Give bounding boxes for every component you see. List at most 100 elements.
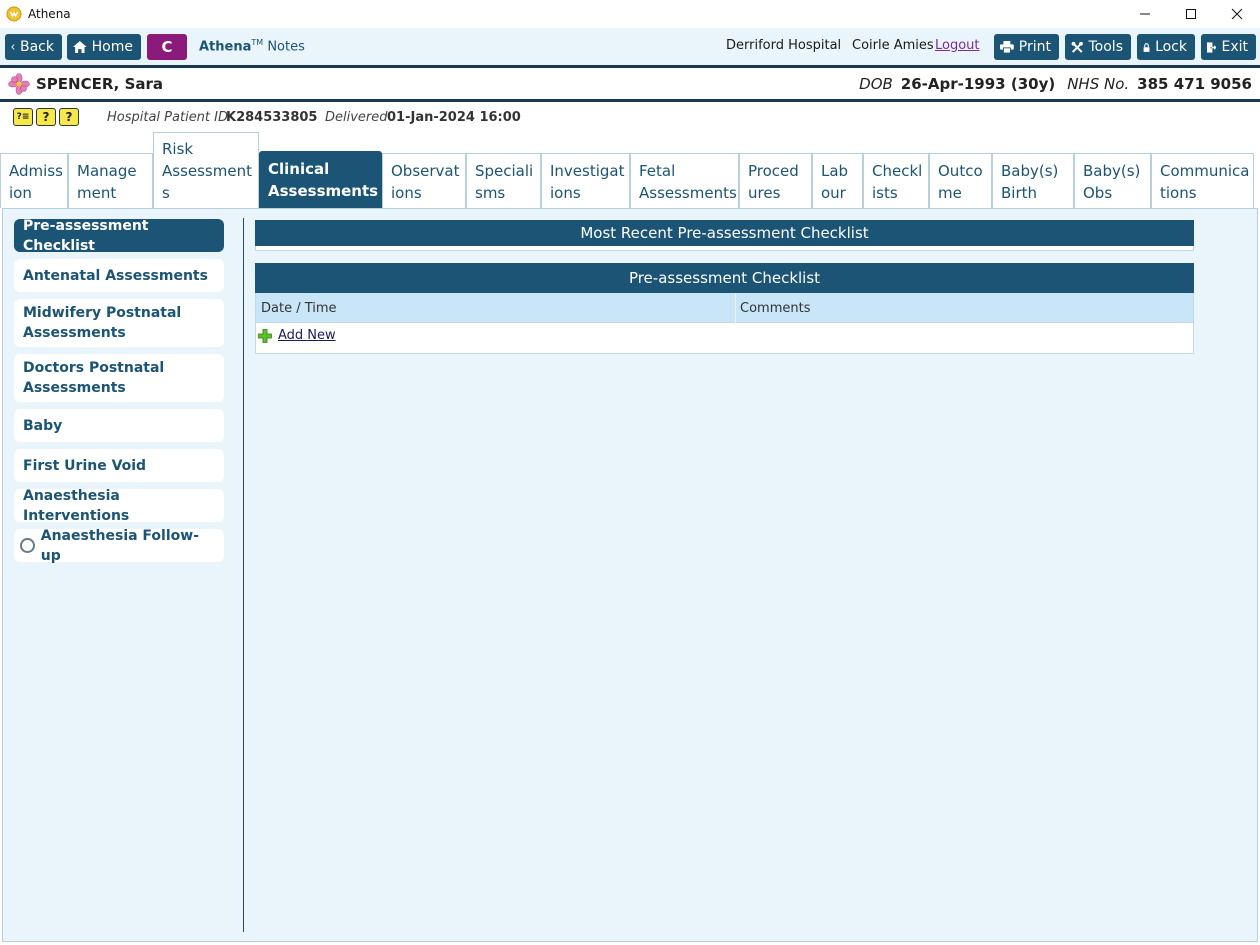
c-button[interactable]: C: [147, 34, 187, 60]
alert-question-icon[interactable]: ?: [36, 108, 56, 126]
back-button[interactable]: Back: [5, 34, 62, 60]
patient-identifiers: DOB 26-Apr-1993 (30y) NHS No. 385 471 90…: [859, 68, 1252, 99]
exit-label: Exit: [1221, 39, 1248, 55]
home-icon: [73, 41, 87, 53]
print-label: Print: [1018, 39, 1051, 55]
alert-2-label: ?: [42, 110, 50, 124]
tab-babys-obs-label: Baby(s) Obs: [1083, 162, 1141, 202]
exit-button[interactable]: Exit: [1201, 34, 1256, 60]
recent-checklist-header: Most Recent Pre-assessment Checklist: [255, 220, 1194, 246]
sidebar-item-baby[interactable]: Baby: [14, 409, 224, 442]
sidebar-item-label: Midwifery Postnatal Assessments: [23, 305, 182, 341]
tab-risk-assessments[interactable]: Risk Assessment s: [153, 132, 259, 208]
tab-observations-label: Observat ions: [391, 162, 460, 202]
tab-investigations-label: Investigat ions: [550, 162, 625, 202]
maximize-icon: [1186, 9, 1196, 19]
tab-procedures-label: Proced ures: [748, 162, 799, 202]
sidebar-item-antenatal-assessments[interactable]: Antenatal Assessments: [14, 259, 224, 292]
checklist-header: Pre-assessment Checklist: [255, 263, 1194, 293]
radio-circle-icon: [20, 538, 35, 553]
tab-fetal-assessments-label: Fetal Assessments: [639, 162, 737, 202]
checklist-title: Pre-assessment Checklist: [628, 269, 821, 287]
tab-communications-label: Communica tions: [1160, 162, 1250, 202]
sidebar-item-pre-assessment-checklist[interactable]: Pre-assessment Checklist: [14, 218, 224, 254]
tab-admission-label: Admiss ion: [9, 162, 63, 202]
add-plus-icon[interactable]: [258, 328, 272, 343]
brand-title: AthenaTM Notes: [199, 38, 305, 54]
alert-1-label: ?≡: [16, 112, 30, 122]
title-bar: Athena: [0, 0, 1260, 28]
sidebar-item-anaesthesia-interventions[interactable]: Anaesthesia Interventions: [14, 488, 224, 524]
alert-question-icon[interactable]: ?: [59, 108, 79, 126]
delivered-value: 01-Jan-2024 16:00: [387, 110, 521, 125]
tab-fetal-assessments[interactable]: Fetal Assessments: [630, 153, 739, 208]
sidebar-item-label: Antenatal Assessments: [23, 267, 208, 284]
tab-investigations[interactable]: Investigat ions: [541, 153, 630, 208]
c-label: C: [161, 38, 173, 56]
tools-button[interactable]: Tools: [1065, 34, 1131, 60]
tab-admission[interactable]: Admiss ion: [0, 153, 68, 208]
brand-tm: TM: [251, 38, 264, 47]
dob-value: 26-Apr-1993 (30y): [900, 74, 1056, 93]
lock-label: Lock: [1155, 39, 1187, 55]
nhs-label: NHS No.: [1067, 74, 1130, 93]
tab-observations[interactable]: Observat ions: [382, 153, 466, 208]
print-button[interactable]: Print: [994, 34, 1059, 60]
patient-name: SPENCER, Sara: [36, 74, 164, 93]
tab-labour[interactable]: Lab our: [812, 153, 863, 208]
sidebar-item-label: Anaesthesia Follow-up: [40, 527, 200, 564]
sidebar-divider: [243, 218, 244, 932]
tab-risk-assessments-label: Risk Assessment s: [162, 140, 252, 202]
window-title: Athena: [28, 7, 71, 21]
tab-management-label: Manage ment: [77, 162, 137, 202]
recent-checklist-title: Most Recent Pre-assessment Checklist: [580, 224, 869, 242]
tab-procedures[interactable]: Proced ures: [739, 153, 812, 208]
sidebar-item-label: Baby: [23, 417, 63, 434]
tab-specialisms[interactable]: Speciali sms: [466, 153, 541, 208]
hospital-id-value: K284533805: [226, 110, 318, 125]
checklist-table-body: Add New: [255, 323, 1194, 354]
printer-icon: [1000, 40, 1014, 54]
lock-icon: [1143, 42, 1150, 52]
sidebar-item-midwifery-postnatal-assessments[interactable]: Midwifery Postnatal Assessments: [14, 299, 224, 347]
maximize-button[interactable]: [1168, 0, 1214, 28]
sidebar-item-anaesthesia-follow-up[interactable]: Anaesthesia Follow-up: [14, 528, 224, 564]
flower-icon: [8, 72, 30, 95]
tab-communications[interactable]: Communica tions: [1151, 153, 1254, 208]
sidebar-item-first-urine-void[interactable]: First Urine Void: [14, 449, 224, 482]
tab-clinical-assessments[interactable]: Clinical Assessments: [259, 151, 382, 208]
tab-checklists-label: Checkl ists: [872, 162, 923, 202]
user-name: Coirle Amies: [852, 38, 934, 53]
patient-banner: SPENCER, Sara DOB 26-Apr-1993 (30y) NHS …: [0, 68, 1260, 99]
checklist-table-header: Date / Time Comments: [255, 293, 1194, 323]
column-header-date-time[interactable]: Date / Time: [261, 293, 337, 323]
add-new-link[interactable]: Add New: [278, 328, 336, 343]
minimize-button[interactable]: [1122, 0, 1168, 28]
column-header-comments[interactable]: Comments: [740, 293, 810, 323]
tab-babys-birth[interactable]: Baby(s) Birth: [992, 153, 1074, 208]
sidebar-item-label: Pre-assessment Checklist: [23, 217, 149, 254]
hospital-name: Derriford Hospital: [726, 38, 842, 53]
exit-icon: [1207, 41, 1217, 53]
recent-checklist-body: [255, 246, 1194, 251]
patient-info-row: ?≡ ? ? Hospital Patient ID K284533805 De…: [0, 102, 1260, 132]
tab-specialisms-label: Speciali sms: [475, 162, 534, 202]
home-button[interactable]: Home: [67, 34, 141, 60]
tab-outcome[interactable]: Outco me: [929, 153, 992, 208]
alert-notes-icon[interactable]: ?≡: [13, 108, 33, 126]
toolbar: Back Home C AthenaTM Notes Derriford Hos…: [0, 28, 1260, 65]
tab-management[interactable]: Manage ment: [68, 153, 153, 208]
athena-logo-icon: [6, 6, 22, 22]
logout-link[interactable]: Logout: [935, 38, 980, 53]
tools-label: Tools: [1088, 39, 1124, 55]
sidebar-item-label: First Urine Void: [23, 457, 147, 474]
add-new-row: Add New: [258, 328, 336, 343]
tab-checklists[interactable]: Checkl ists: [863, 153, 929, 208]
lock-button[interactable]: Lock: [1137, 34, 1195, 60]
minimize-icon: [1140, 13, 1150, 15]
tab-babys-obs[interactable]: Baby(s) Obs: [1074, 153, 1151, 208]
sidebar-item-doctors-postnatal-assessments[interactable]: Doctors Postnatal Assessments: [14, 354, 224, 402]
brand-name: Athena: [199, 39, 252, 55]
close-window-button[interactable]: [1214, 0, 1260, 28]
brand-suffix: Notes: [267, 39, 305, 55]
